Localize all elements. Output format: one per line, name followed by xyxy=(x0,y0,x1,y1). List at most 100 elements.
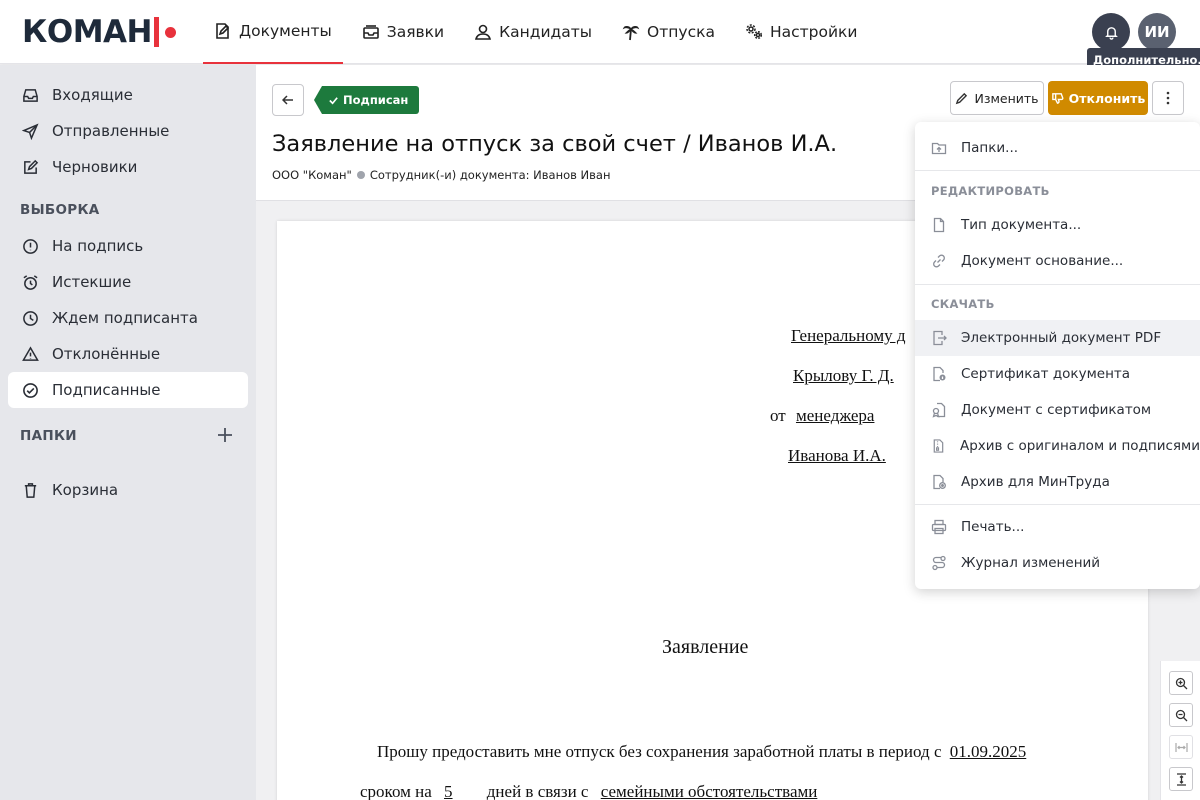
menu-item-pdf[interactable]: Электронный документ PDF xyxy=(915,320,1200,356)
folder-upload-icon xyxy=(931,142,947,155)
sidebar-item-label: Ждем подписанта xyxy=(52,309,198,327)
add-folder-button[interactable] xyxy=(215,425,235,445)
menu-item-label: Печать... xyxy=(961,519,1025,535)
nav-documents[interactable]: Документы xyxy=(203,0,343,64)
printer-icon xyxy=(931,519,947,535)
zoom-out-icon xyxy=(1175,709,1187,721)
filter-heading: ВЫБОРКА xyxy=(20,202,100,218)
status-badge-label: Подписан xyxy=(343,93,409,107)
thumbs-down-icon xyxy=(1051,92,1064,104)
menu-item-label: Журнал изменений xyxy=(961,555,1101,571)
back-button[interactable] xyxy=(272,84,304,116)
person-search-icon xyxy=(475,24,492,40)
menu-item-label: Электронный документ PDF xyxy=(961,330,1162,346)
logo-dot xyxy=(164,26,176,38)
sidebar-item-drafts[interactable]: Черновики xyxy=(8,149,248,185)
sidebar-item-label: Подписанные xyxy=(52,381,161,399)
nav-vacations[interactable]: Отпуска xyxy=(611,0,726,64)
company-name: ООО "Коман" xyxy=(272,168,352,182)
from-position: менеджера xyxy=(795,406,875,425)
from-prefix: от xyxy=(770,406,786,425)
zoom-toolbar xyxy=(1160,661,1200,800)
edit-button[interactable]: Изменить xyxy=(950,81,1044,115)
sidebar-item-rejected[interactable]: Отклонённые xyxy=(8,336,248,372)
menu-item-label: Тип документа... xyxy=(961,217,1082,233)
inbox-icon xyxy=(23,88,38,102)
zoom-in-button[interactable] xyxy=(1169,671,1193,695)
sidebar-item-expired[interactable]: Истекшие xyxy=(8,264,248,300)
logo[interactable]: КОМАН xyxy=(22,14,176,50)
file-certificate-icon xyxy=(932,402,946,418)
menu-divider xyxy=(915,504,1200,505)
clock-icon xyxy=(23,310,38,326)
sidebar-item-signed[interactable]: Подписанные xyxy=(8,372,248,408)
document-employees: Сотрудник(-и) документа: Иванов Иван xyxy=(369,168,611,182)
menu-item-folders[interactable]: Папки... xyxy=(915,130,1200,166)
folders-heading: ПАПКИ xyxy=(20,428,77,444)
top-bar: КОМАН Документы Заявки Кандидаты Отпуска… xyxy=(0,0,1200,64)
addressee-position: Генеральному д xyxy=(791,326,906,345)
edit-button-label: Изменить xyxy=(974,90,1039,106)
menu-item-label: Документ с сертификатом xyxy=(961,402,1152,418)
fit-height-button[interactable] xyxy=(1169,767,1193,791)
user-avatar[interactable]: ИИ xyxy=(1138,13,1176,51)
more-actions-menu: Папки... РЕДАКТИРОВАТЬ Тип документа... … xyxy=(915,122,1200,589)
more-vertical-icon xyxy=(1166,91,1170,105)
reject-button[interactable]: Отклонить xyxy=(1048,81,1148,115)
nav-settings[interactable]: Настройки xyxy=(734,0,869,64)
nav-candidates[interactable]: Кандидаты xyxy=(463,0,603,64)
menu-item-label: Документ основание... xyxy=(961,253,1124,269)
sidebar-item-trash[interactable]: Корзина xyxy=(8,472,248,508)
body-line-2-mid: дней в связи с xyxy=(486,782,589,800)
zoom-out-button[interactable] xyxy=(1169,703,1193,727)
status-badge: Подписан xyxy=(314,86,420,114)
nav-label: Заявки xyxy=(386,23,445,41)
menu-item-print[interactable]: Печать... xyxy=(915,509,1200,545)
notifications-button[interactable] xyxy=(1092,13,1130,51)
fit-width-button[interactable] xyxy=(1169,735,1193,759)
pencil-icon xyxy=(956,92,968,104)
file-icon xyxy=(933,217,945,233)
sidebar-item-label: Черновики xyxy=(52,158,138,176)
menu-item-label: Сертификат документа xyxy=(961,366,1131,382)
file-info-icon xyxy=(933,366,946,382)
sidebar-item-label: Отклонённые xyxy=(52,345,161,363)
inbox-stack-icon xyxy=(362,25,379,39)
file-settings-icon xyxy=(933,474,946,490)
menu-item-certificate[interactable]: Сертификат документа xyxy=(915,356,1200,392)
sidebar-item-label: Входящие xyxy=(52,86,133,104)
body-line-1-text: Прошу предоставить мне отпуск без сохран… xyxy=(377,742,942,761)
statement-heading: Заявление xyxy=(662,636,749,658)
logo-text: КОМАН xyxy=(22,14,152,50)
warning-triangle-icon xyxy=(22,345,39,361)
main-nav: Документы Заявки Кандидаты Отпуска Настр… xyxy=(203,0,877,64)
send-icon xyxy=(22,122,39,140)
menu-edit-heading: РЕДАКТИРОВАТЬ xyxy=(931,184,1050,198)
check-icon xyxy=(329,96,338,104)
menu-item-changelog[interactable]: Журнал изменений xyxy=(915,545,1200,581)
menu-item-base-document[interactable]: Документ основание... xyxy=(915,243,1200,279)
sidebar-item-label: На подпись xyxy=(52,237,144,255)
sidebar-item-inbox[interactable]: Входящие xyxy=(8,77,248,113)
more-actions-button[interactable] xyxy=(1152,81,1184,115)
logo-bar xyxy=(153,17,159,47)
alarm-clock-icon xyxy=(23,274,38,290)
menu-item-document-type[interactable]: Тип документа... xyxy=(915,207,1200,243)
menu-item-document-with-certificate[interactable]: Документ с сертификатом xyxy=(915,392,1200,428)
from-line: от менеджера xyxy=(770,406,874,426)
fit-height-icon xyxy=(1176,772,1186,786)
nav-requests[interactable]: Заявки xyxy=(351,0,455,64)
palm-tree-icon xyxy=(622,26,640,41)
nav-label: Отпуска xyxy=(647,23,715,41)
menu-item-archive-signatures[interactable]: Архив с оригиналом и подписями xyxy=(915,428,1200,464)
addressee-name: Крылову Г. Д. xyxy=(793,366,894,385)
sidebar-item-sent[interactable]: Отправленные xyxy=(8,113,248,149)
sidebar-item-awaiting-signer[interactable]: Ждем подписанта xyxy=(8,300,248,336)
sidebar-item-to-sign[interactable]: На подпись xyxy=(8,228,248,264)
document-edit-icon xyxy=(216,23,230,39)
menu-item-archive-mintrud[interactable]: Архив для МинТруда xyxy=(915,464,1200,500)
body-line-2: сроком на 5 дней в связи с семейными обс… xyxy=(360,782,817,800)
plus-icon xyxy=(218,428,232,442)
from-name: Иванова И.А. xyxy=(788,446,886,465)
sidebar: Входящие Отправленные Черновики ВЫБОРКА … xyxy=(0,65,256,800)
